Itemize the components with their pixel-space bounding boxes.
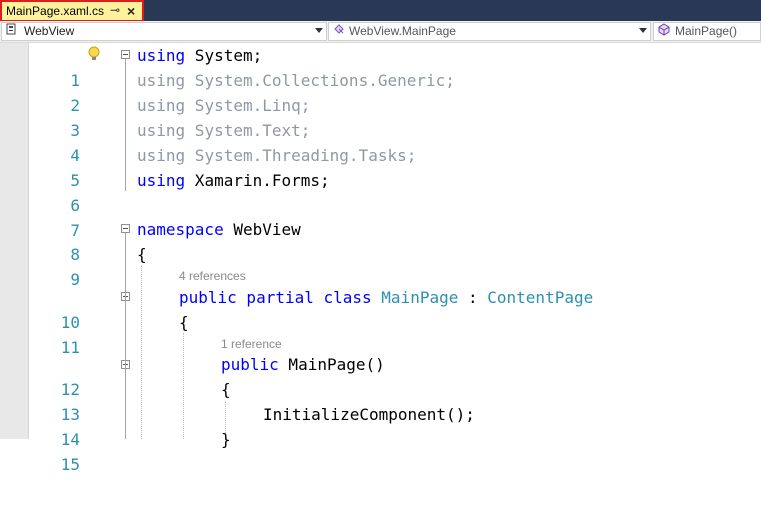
code-line: 11 { [0, 310, 761, 357]
code-text: System.Collections.Generic; [185, 71, 455, 90]
code-line: 13 { [0, 377, 761, 424]
keyword: namespace [137, 220, 224, 239]
code-line: 12 public MainPage() [0, 352, 761, 399]
code-text: : [458, 288, 488, 307]
tab-title: MainPage.xaml.cs [6, 4, 105, 18]
type-dropdown-value: WebView.MainPage [349, 24, 456, 38]
code-text: { [179, 313, 189, 332]
project-dropdown[interactable]: WebView [1, 22, 327, 41]
member-dropdown[interactable]: MainPage() [653, 22, 761, 41]
type-name: MainPage [381, 288, 459, 307]
code-line: 2 using System.Collections.Generic; [0, 68, 761, 115]
keyword: using [137, 96, 186, 115]
chevron-down-icon[interactable] [315, 28, 323, 33]
keyword: public [221, 355, 279, 374]
line-number: 15 [60, 455, 80, 474]
codelens-references[interactable]: 1 reference [221, 337, 282, 351]
code-text: System.Threading.Tasks; [185, 146, 417, 165]
code-line: 7 [0, 193, 761, 240]
type-name: ContentPage [487, 288, 594, 307]
code-text: System.Linq; [185, 96, 311, 115]
keyword: using [137, 146, 186, 165]
member-dropdown-value: MainPage() [675, 24, 738, 38]
navigation-bar: WebView WebView.MainPage MainPage() [0, 21, 761, 43]
code-text: { [221, 380, 231, 399]
code-editor[interactable]: 1 using System; 2 using System.Collectio… [0, 43, 761, 474]
project-dropdown-value: WebView [24, 24, 75, 38]
document-tab-mainpage[interactable]: MainPage.xaml.cs ⊸ × [0, 0, 144, 22]
code-text: System.Text; [185, 121, 311, 140]
code-text: Xamarin.Forms; [185, 171, 330, 190]
class-icon [333, 23, 346, 42]
code-text: WebView [223, 220, 301, 239]
code-text: MainPage() [278, 355, 385, 374]
method-icon [658, 23, 670, 42]
close-icon[interactable]: × [127, 2, 135, 20]
code-line: 1 using System; [0, 43, 761, 90]
chevron-down-icon[interactable] [639, 28, 647, 33]
keyword: using [137, 46, 186, 65]
code-text: { [137, 245, 147, 264]
document-tab-strip: MainPage.xaml.cs ⊸ × [0, 0, 761, 22]
code-line: 3 using System.Linq; [0, 93, 761, 140]
code-line: 10 public partial class MainPage : Conte… [0, 285, 761, 332]
code-text: System; [185, 46, 263, 65]
code-line: 14 InitializeComponent(); [0, 402, 761, 449]
code-line: 5 using System.Threading.Tasks; [0, 143, 761, 190]
project-icon [6, 23, 17, 42]
code-text: InitializeComponent(); [263, 405, 475, 424]
keyword: using [137, 121, 186, 140]
code-line: 9 { [0, 242, 761, 289]
keyword: public partial class [179, 288, 372, 307]
code-line: 8 namespace WebView [0, 217, 761, 264]
codelens-references[interactable]: 4 references [179, 269, 246, 283]
code-line: 4 using System.Text; [0, 118, 761, 165]
type-dropdown[interactable]: WebView.MainPage [328, 22, 651, 41]
pin-icon[interactable]: ⊸ [110, 3, 120, 17]
code-line: 15 } [0, 427, 761, 474]
keyword: using [137, 171, 186, 190]
code-line: 6 using Xamarin.Forms; [0, 168, 761, 215]
code-text: } [221, 430, 231, 449]
keyword: using [137, 71, 186, 90]
